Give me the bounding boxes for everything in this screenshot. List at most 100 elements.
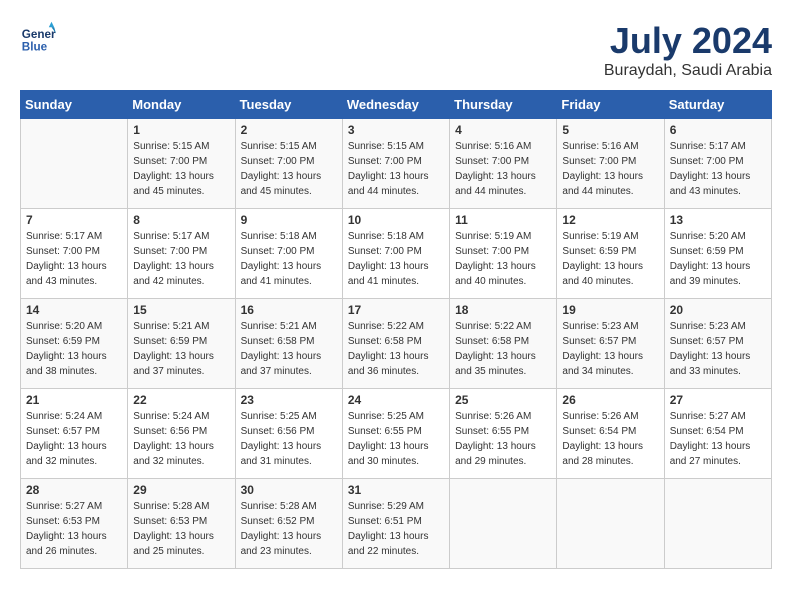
calendar-cell: 12Sunrise: 5:19 AMSunset: 6:59 PMDayligh… [557,209,664,299]
day-number: 3 [348,123,444,137]
day-info: Sunrise: 5:28 AMSunset: 6:53 PMDaylight:… [133,499,229,559]
calendar-cell: 19Sunrise: 5:23 AMSunset: 6:57 PMDayligh… [557,299,664,389]
calendar-cell: 10 Sunrise: 5:18 AMSunset: 7:00 PMDayligh… [342,209,449,299]
day-number: 16 [241,303,337,317]
calendar-cell: 27 Sunrise: 5:27 AMSunset: 6:54 PMDayligh… [664,389,771,479]
day-number: 15 [133,303,229,317]
calendar-week-row: 1Sunrise: 5:15 AMSunset: 7:00 PMDaylight… [21,119,772,209]
day-info: Sunrise: 5:22 AMSunset: 6:58 PMDaylight:… [348,319,444,379]
logo: General Blue [20,20,56,56]
day-info: Sunrise: 5:18 AMSunset: 7:00 PMDaylight:… [348,229,444,289]
day-info: Sunrise: 5:16 AMSunset: 7:00 PMDaylight:… [562,139,658,199]
calendar-cell: 29 Sunrise: 5:28 AMSunset: 6:53 PMDayligh… [128,479,235,569]
calendar-cell: 14Sunrise: 5:20 AMSunset: 6:59 PMDayligh… [21,299,128,389]
calendar-cell: 15 Sunrise: 5:21 AMSunset: 6:59 PMDayligh… [128,299,235,389]
calendar-cell: 2 Sunrise: 5:15 AMSunset: 7:00 PMDaylight… [235,119,342,209]
calendar-cell [557,479,664,569]
day-info: Sunrise: 5:21 AMSunset: 6:59 PMDaylight:… [133,319,229,379]
calendar-header: SundayMondayTuesdayWednesdayThursdayFrid… [21,91,772,119]
day-number: 30 [241,483,337,497]
day-info: Sunrise: 5:27 AMSunset: 6:53 PMDaylight:… [26,499,122,559]
day-number: 31 [348,483,444,497]
calendar-cell: 23 Sunrise: 5:25 AMSunset: 6:56 PMDayligh… [235,389,342,479]
calendar-week-row: 21 Sunrise: 5:24 AMSunset: 6:57 PMDayligh… [21,389,772,479]
calendar-week-row: 14Sunrise: 5:20 AMSunset: 6:59 PMDayligh… [21,299,772,389]
day-number: 21 [26,393,122,407]
calendar-cell: 4 Sunrise: 5:16 AMSunset: 7:00 PMDaylight… [450,119,557,209]
calendar-cell: 31Sunrise: 5:29 AMSunset: 6:51 PMDayligh… [342,479,449,569]
day-info: Sunrise: 5:24 AMSunset: 6:57 PMDaylight:… [26,409,122,469]
page-header: General Blue July 2024 Buraydah, Saudi A… [20,20,772,80]
calendar-cell: 13 Sunrise: 5:20 AMSunset: 6:59 PMDayligh… [664,209,771,299]
day-number: 10 [348,213,444,227]
svg-text:General: General [22,28,56,41]
day-number: 4 [455,123,551,137]
day-info: Sunrise: 5:21 AMSunset: 6:58 PMDaylight:… [241,319,337,379]
calendar-cell [664,479,771,569]
day-number: 8 [133,213,229,227]
weekday-header: Sunday [21,91,128,119]
calendar-week-row: 28 Sunrise: 5:27 AMSunset: 6:53 PMDayligh… [21,479,772,569]
day-number: 27 [670,393,766,407]
svg-text:Blue: Blue [22,41,48,54]
calendar-cell: 18Sunrise: 5:22 AMSunset: 6:58 PMDayligh… [450,299,557,389]
day-number: 29 [133,483,229,497]
month-title: July 2024 [604,20,772,62]
weekday-header: Friday [557,91,664,119]
day-number: 22 [133,393,229,407]
calendar-cell: 5 Sunrise: 5:16 AMSunset: 7:00 PMDaylight… [557,119,664,209]
day-number: 25 [455,393,551,407]
calendar-cell: 22 Sunrise: 5:24 AMSunset: 6:56 PMDayligh… [128,389,235,479]
calendar-cell: 16 Sunrise: 5:21 AMSunset: 6:58 PMDayligh… [235,299,342,389]
day-info: Sunrise: 5:24 AMSunset: 6:56 PMDaylight:… [133,409,229,469]
day-number: 20 [670,303,766,317]
title-block: July 2024 Buraydah, Saudi Arabia [604,20,772,80]
calendar-cell: 7 Sunrise: 5:17 AMSunset: 7:00 PMDaylight… [21,209,128,299]
calendar-cell: 6Sunrise: 5:17 AMSunset: 7:00 PMDaylight… [664,119,771,209]
weekday-header: Saturday [664,91,771,119]
day-number: 23 [241,393,337,407]
day-info: Sunrise: 5:15 AMSunset: 7:00 PMDaylight:… [348,139,444,199]
day-number: 14 [26,303,122,317]
calendar-cell: 26Sunrise: 5:26 AMSunset: 6:54 PMDayligh… [557,389,664,479]
day-info: Sunrise: 5:15 AMSunset: 7:00 PMDaylight:… [241,139,337,199]
day-number: 2 [241,123,337,137]
day-number: 28 [26,483,122,497]
calendar-cell: 8 Sunrise: 5:17 AMSunset: 7:00 PMDaylight… [128,209,235,299]
calendar-cell: 3 Sunrise: 5:15 AMSunset: 7:00 PMDaylight… [342,119,449,209]
day-info: Sunrise: 5:17 AMSunset: 7:00 PMDaylight:… [670,139,766,199]
weekday-header: Thursday [450,91,557,119]
calendar-cell: 11Sunrise: 5:19 AMSunset: 7:00 PMDayligh… [450,209,557,299]
day-info: Sunrise: 5:17 AMSunset: 7:00 PMDaylight:… [133,229,229,289]
day-number: 11 [455,213,551,227]
day-number: 17 [348,303,444,317]
day-number: 9 [241,213,337,227]
calendar-cell: 20Sunrise: 5:23 AMSunset: 6:57 PMDayligh… [664,299,771,389]
day-number: 13 [670,213,766,227]
day-info: Sunrise: 5:19 AMSunset: 6:59 PMDaylight:… [562,229,658,289]
day-info: Sunrise: 5:17 AMSunset: 7:00 PMDaylight:… [26,229,122,289]
day-info: Sunrise: 5:15 AMSunset: 7:00 PMDaylight:… [133,139,229,199]
calendar-cell: 1Sunrise: 5:15 AMSunset: 7:00 PMDaylight… [128,119,235,209]
calendar-table: SundayMondayTuesdayWednesdayThursdayFrid… [20,90,772,569]
day-number: 19 [562,303,658,317]
day-number: 5 [562,123,658,137]
day-info: Sunrise: 5:25 AMSunset: 6:55 PMDaylight:… [348,409,444,469]
calendar-cell: 28 Sunrise: 5:27 AMSunset: 6:53 PMDayligh… [21,479,128,569]
calendar-week-row: 7 Sunrise: 5:17 AMSunset: 7:00 PMDaylight… [21,209,772,299]
day-info: Sunrise: 5:20 AMSunset: 6:59 PMDaylight:… [670,229,766,289]
day-number: 26 [562,393,658,407]
calendar-cell: 21 Sunrise: 5:24 AMSunset: 6:57 PMDayligh… [21,389,128,479]
day-info: Sunrise: 5:27 AMSunset: 6:54 PMDaylight:… [670,409,766,469]
calendar-cell: 17 Sunrise: 5:22 AMSunset: 6:58 PMDayligh… [342,299,449,389]
day-info: Sunrise: 5:25 AMSunset: 6:56 PMDaylight:… [241,409,337,469]
calendar-body: 1Sunrise: 5:15 AMSunset: 7:00 PMDaylight… [21,119,772,569]
day-info: Sunrise: 5:18 AMSunset: 7:00 PMDaylight:… [241,229,337,289]
day-number: 7 [26,213,122,227]
location-subtitle: Buraydah, Saudi Arabia [604,62,772,80]
calendar-cell: 30Sunrise: 5:28 AMSunset: 6:52 PMDayligh… [235,479,342,569]
calendar-cell [21,119,128,209]
day-info: Sunrise: 5:16 AMSunset: 7:00 PMDaylight:… [455,139,551,199]
day-info: Sunrise: 5:26 AMSunset: 6:55 PMDaylight:… [455,409,551,469]
calendar-cell: 25 Sunrise: 5:26 AMSunset: 6:55 PMDayligh… [450,389,557,479]
